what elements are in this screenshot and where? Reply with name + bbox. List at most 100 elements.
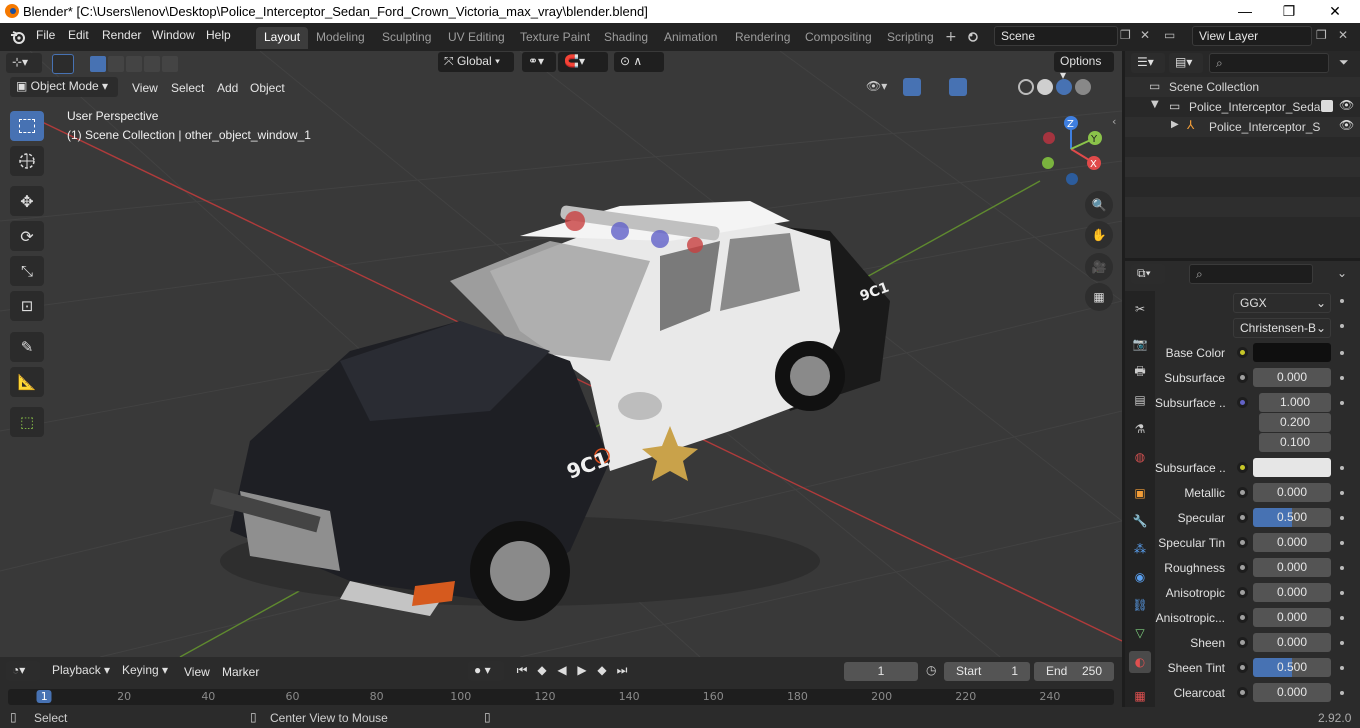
start-frame-field[interactable]: Start 1 xyxy=(944,662,1030,681)
timeline-ruler[interactable]: 1 20 40 60 80 100 120 140 160 180 200 220 240 xyxy=(8,689,1114,705)
keyframe-dot[interactable] xyxy=(1340,401,1344,405)
expand-down-icon[interactable]: ▼ xyxy=(1151,99,1159,110)
viewport-menu-select[interactable]: Select xyxy=(171,81,204,95)
overlay-toggle-icon[interactable] xyxy=(949,78,967,96)
jump-start-icon[interactable]: ⏮ xyxy=(514,663,530,678)
outliner-row-collection[interactable]: ▼ ▭ Police_Interceptor_Sedan 👁 xyxy=(1125,97,1360,117)
keyframe-dot[interactable] xyxy=(1340,666,1344,670)
number-field[interactable]: 0.000 xyxy=(1253,368,1331,387)
tool-annotate[interactable]: ✎ xyxy=(10,332,44,362)
menu-edit[interactable]: Edit xyxy=(68,28,89,42)
menu-render[interactable]: Render xyxy=(102,28,141,42)
checkbox-icon[interactable] xyxy=(1321,100,1333,112)
tab-modeling[interactable]: Modeling xyxy=(308,27,373,49)
add-workspace-icon[interactable]: + xyxy=(945,29,957,45)
tab-shading[interactable]: Shading xyxy=(596,27,656,49)
socket-link-icon[interactable] xyxy=(1237,687,1248,698)
vector-field[interactable]: 0.200 xyxy=(1259,413,1331,432)
view-layer-field[interactable]: View Layer xyxy=(1192,26,1312,46)
socket-link-icon[interactable] xyxy=(1237,372,1248,383)
tool-rotate[interactable]: ⟳ xyxy=(10,221,44,251)
police-car-model[interactable]: 9C1 9C1 xyxy=(190,161,910,621)
tab-animation[interactable]: Animation xyxy=(656,27,725,49)
keyframe-dot[interactable] xyxy=(1340,616,1344,620)
menu-window[interactable]: Window xyxy=(152,28,195,42)
viewport-menu-view[interactable]: View xyxy=(132,81,158,95)
number-field[interactable]: 0.000 xyxy=(1253,633,1331,652)
viewport-menu-object[interactable]: Object xyxy=(250,81,285,95)
material-preview-icon[interactable] xyxy=(1056,79,1072,95)
visibility-icon[interactable]: 👁▾ xyxy=(866,79,887,93)
socket-link-icon[interactable] xyxy=(1237,587,1248,598)
tool-transform[interactable]: ⊡ xyxy=(10,291,44,321)
rendered-shading-icon[interactable] xyxy=(1075,79,1091,95)
tool-select-box[interactable] xyxy=(10,111,44,141)
filter-icon[interactable]: ⏷ xyxy=(1339,55,1349,70)
outliner-row-root[interactable]: ▭ Scene Collection xyxy=(1125,77,1360,97)
socket-link-icon[interactable] xyxy=(1237,512,1248,523)
solid-shading-icon[interactable] xyxy=(1037,79,1053,95)
jump-end-icon[interactable]: ⏭ xyxy=(614,663,630,678)
keyframe-dot[interactable] xyxy=(1340,491,1344,495)
menu-file[interactable]: File xyxy=(36,28,55,42)
properties-search-input[interactable]: ⌕ xyxy=(1189,264,1313,284)
next-keyframe-icon[interactable]: ◆ xyxy=(594,663,610,678)
scene-remove-icon[interactable]: ✕ xyxy=(1140,28,1150,42)
gizmo-toggle-icon[interactable] xyxy=(903,78,921,96)
keyframe-dot[interactable] xyxy=(1340,641,1344,645)
selection-mode-group[interactable] xyxy=(90,56,180,72)
number-field[interactable]: 0.000 xyxy=(1253,683,1331,702)
number-field[interactable]: 0.500 xyxy=(1253,658,1331,677)
view-layer-icon[interactable]: ▭ xyxy=(1164,28,1175,42)
number-field[interactable]: 0.000 xyxy=(1253,583,1331,602)
scene-field[interactable]: Scene xyxy=(994,26,1118,46)
socket-link-icon[interactable] xyxy=(1237,462,1248,473)
socket-link-icon[interactable] xyxy=(1237,537,1248,548)
select-intersect-icon[interactable] xyxy=(162,56,178,72)
pivot-point-dropdown[interactable]: ⚭▾ xyxy=(522,52,556,72)
tab-rendering[interactable]: Rendering xyxy=(727,27,798,49)
minimize-button[interactable]: — xyxy=(1222,0,1268,23)
socket-link-icon[interactable] xyxy=(1237,347,1248,358)
snap-toggle[interactable]: 🧲▾ xyxy=(558,52,608,72)
color-swatch[interactable] xyxy=(1253,458,1331,477)
transform-orientation-dropdown[interactable]: ⤧ Global ▾ xyxy=(438,52,514,72)
clock-icon[interactable]: ◷ xyxy=(926,663,936,677)
tool-scale[interactable]: ⤡ xyxy=(10,256,44,286)
proportional-edit-toggle[interactable]: ⊙ ∧ xyxy=(614,52,664,72)
tab-compositing[interactable]: Compositing xyxy=(797,27,880,49)
keyframe-dot[interactable] xyxy=(1340,466,1344,470)
outliner-editor-type[interactable]: ☰▾ xyxy=(1131,53,1165,73)
select-new-icon[interactable] xyxy=(90,56,106,72)
distribution-dropdown[interactable]: GGX ⌄ xyxy=(1233,293,1331,313)
number-field[interactable]: 0.000 xyxy=(1253,558,1331,577)
close-button[interactable]: ✕ xyxy=(1312,0,1358,23)
number-field[interactable]: 0.000 xyxy=(1253,608,1331,627)
select-tool-icon[interactable] xyxy=(52,54,74,74)
options-dropdown[interactable]: Options ▾ xyxy=(1054,52,1114,82)
end-frame-field[interactable]: End 250 xyxy=(1034,662,1114,681)
eye-icon[interactable]: 👁 xyxy=(1339,118,1354,132)
maximize-button[interactable]: ❐ xyxy=(1266,0,1312,23)
keying-menu[interactable]: Keying ▾ xyxy=(116,661,176,681)
3d-viewport[interactable]: 9C1 9C1 ⊹▾ ⤧ Global ▾ ⚭▾ 🧲▾ ⊙ ∧ Options … xyxy=(0,51,1122,657)
keyframe-dot[interactable] xyxy=(1340,691,1344,695)
tab-sculpting[interactable]: Sculpting xyxy=(374,27,439,49)
tab-texture-paint[interactable]: Texture Paint xyxy=(512,27,598,49)
keyframe-dot[interactable] xyxy=(1340,591,1344,595)
blender-menu-icon[interactable] xyxy=(10,29,26,45)
vector-field[interactable]: 0.100 xyxy=(1259,433,1331,452)
scene-icon[interactable] xyxy=(966,29,988,45)
keyframe-dot[interactable] xyxy=(1340,351,1344,355)
view-layer-remove-icon[interactable]: ✕ xyxy=(1338,28,1348,42)
socket-link-icon[interactable] xyxy=(1237,612,1248,623)
expand-right-icon[interactable]: ▶ xyxy=(1171,119,1179,130)
keyframe-dot[interactable] xyxy=(1340,324,1344,328)
wireframe-shading-icon[interactable] xyxy=(1018,79,1034,95)
keyframe-dot[interactable] xyxy=(1340,566,1344,570)
eye-icon[interactable]: 👁 xyxy=(1339,98,1354,112)
ortho-grid-icon[interactable]: ▦ xyxy=(1085,283,1113,311)
number-field[interactable]: 0.000 xyxy=(1253,483,1331,502)
menu-help[interactable]: Help xyxy=(206,28,231,42)
shading-mode-group[interactable] xyxy=(1018,79,1091,95)
